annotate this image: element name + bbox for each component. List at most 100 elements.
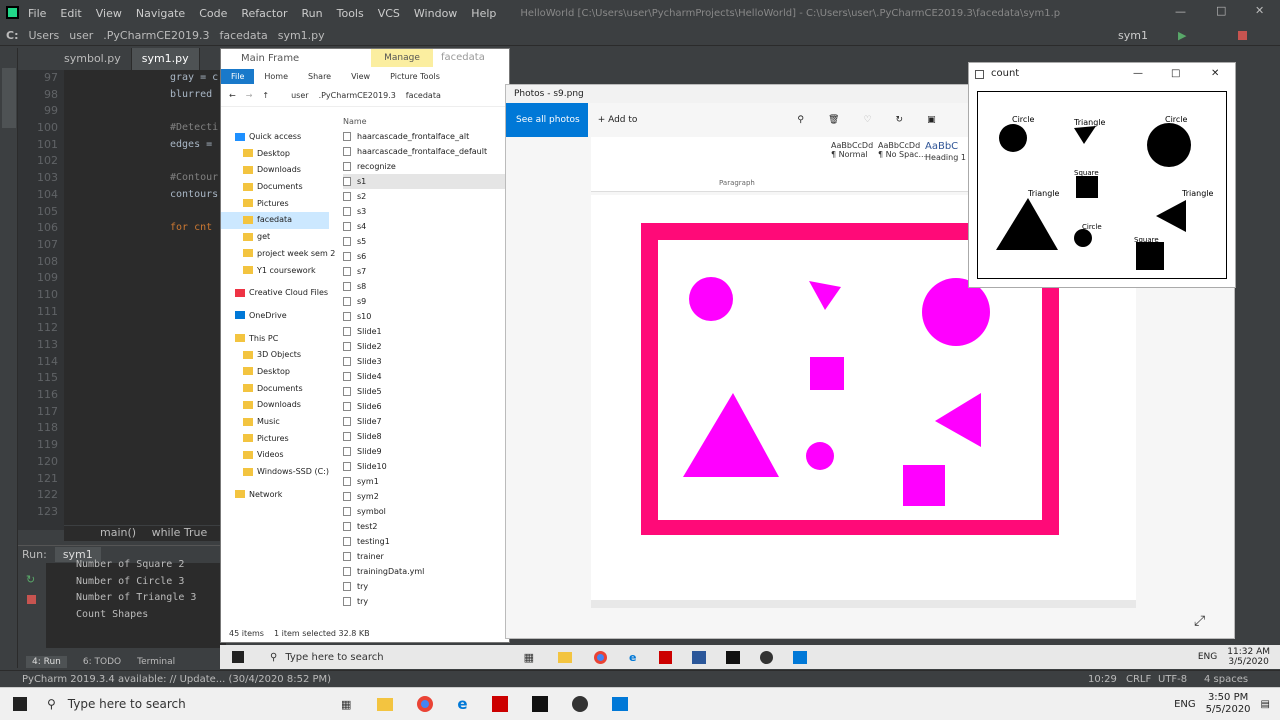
explorer-address-bar[interactable]: ← → ↑ user .PyCharmCE2019.3 facedata <box>221 85 509 107</box>
file-item[interactable]: Slide6 <box>343 399 511 414</box>
file-item[interactable]: try <box>343 579 511 594</box>
stop-icon[interactable] <box>1238 31 1247 40</box>
count-minimize-button[interactable]: — <box>1133 63 1143 85</box>
nav-item[interactable]: Creative Cloud Files <box>221 285 329 302</box>
crumb-pycharm[interactable]: .PyCharmCE2019.3 <box>103 29 209 42</box>
file-item[interactable]: s5 <box>343 234 511 249</box>
task-view-icon[interactable]: ▦ <box>341 698 351 711</box>
up-arrow-icon[interactable]: ↑ <box>262 91 269 100</box>
pycharm-taskbar-icon[interactable] <box>531 696 548 712</box>
file-item[interactable]: Slide4 <box>343 369 511 384</box>
add-to-button[interactable]: + Add to <box>598 115 638 125</box>
menu-help[interactable]: Help <box>471 7 496 20</box>
nav-item[interactable]: Windows-SSD (C:) <box>221 464 329 481</box>
tool-tab-todo[interactable]: 6: TODO <box>83 657 121 667</box>
nav-item[interactable]: facedata <box>221 212 329 230</box>
word-icon[interactable] <box>691 650 706 664</box>
inner-lang[interactable]: ENG <box>1198 652 1217 662</box>
edge-icon[interactable]: e <box>457 695 467 713</box>
run-icon[interactable]: ▶ <box>1178 29 1186 42</box>
run-console[interactable]: Number of Square 2 Number of Circle 3 Nu… <box>46 559 226 648</box>
file-item[interactable]: sym2 <box>343 489 511 504</box>
file-item[interactable]: Slide5 <box>343 384 511 399</box>
file-item[interactable]: Slide8 <box>343 429 511 444</box>
heart-icon[interactable]: ♡ <box>863 115 871 125</box>
file-item[interactable]: Slide7 <box>343 414 511 429</box>
crumb-file[interactable]: sym1.py <box>278 29 325 42</box>
menu-refactor[interactable]: Refactor <box>241 7 287 20</box>
crumb-while[interactable]: while True <box>152 526 208 539</box>
file-item[interactable]: Slide2 <box>343 339 511 354</box>
file-item[interactable]: try <box>343 594 511 609</box>
file-item[interactable]: s2 <box>343 189 511 204</box>
file-item[interactable]: s9 <box>343 294 511 309</box>
crop-icon[interactable]: ▣ <box>927 115 936 125</box>
rotate-icon[interactable]: ↻ <box>896 115 904 125</box>
nav-item[interactable]: Downloads <box>221 397 329 414</box>
crumb-drive[interactable]: C: <box>6 29 18 42</box>
nav-item[interactable]: get <box>221 229 329 246</box>
nav-item[interactable]: This PC <box>221 331 329 348</box>
taskbar-search-inner[interactable]: ⚲ Type here to search <box>270 652 384 663</box>
file-item[interactable]: testing1 <box>343 534 511 549</box>
tab-sym1-py[interactable]: sym1.py <box>131 48 200 70</box>
tray-clock[interactable]: 3:50 PM 5/5/2020 <box>1206 692 1251 716</box>
menu-window[interactable]: Window <box>414 7 457 20</box>
crumb-user[interactable]: user <box>69 29 93 42</box>
indent-setting[interactable]: 4 spaces <box>1204 674 1248 685</box>
project-tool-label[interactable] <box>2 68 16 128</box>
nav-item[interactable]: Desktop <box>221 364 329 381</box>
column-header-name[interactable]: Name <box>343 117 511 129</box>
crumb-facedata[interactable]: facedata <box>220 29 268 42</box>
nav-item[interactable]: Videos <box>221 447 329 464</box>
file-item[interactable]: test2 <box>343 519 511 534</box>
back-arrow-icon[interactable]: ← <box>229 91 236 100</box>
file-item[interactable]: recognize <box>343 159 511 174</box>
nav-item[interactable]: Desktop <box>221 146 329 163</box>
nav-item[interactable]: Downloads <box>221 162 329 179</box>
zoom-icon[interactable]: ⚲ <box>797 115 804 125</box>
tool-tab-terminal[interactable]: Terminal <box>137 657 175 667</box>
menu-navigate[interactable]: Navigate <box>136 7 185 20</box>
file-item[interactable]: symbol <box>343 504 511 519</box>
file-item[interactable]: Slide9 <box>343 444 511 459</box>
nav-item[interactable]: Network <box>221 487 329 504</box>
nav-item[interactable]: Documents <box>221 381 329 398</box>
nav-item[interactable]: project week sem 2 <box>221 246 335 263</box>
inner-clock[interactable]: 11:32 AM 3/5/2020 <box>1227 647 1270 667</box>
edge-icon[interactable]: e <box>629 651 636 664</box>
chrome-icon[interactable] <box>594 650 608 664</box>
start-button[interactable] <box>13 697 27 711</box>
menu-view[interactable]: View <box>96 7 122 20</box>
address-facedata[interactable]: facedata <box>406 91 441 100</box>
file-item[interactable]: haarcascade_frontalface_default <box>343 144 511 159</box>
notification-icon[interactable]: ▤ <box>1261 699 1270 710</box>
caret-position[interactable]: 10:29 <box>1088 674 1117 685</box>
crumb-users[interactable]: Users <box>28 29 59 42</box>
count-maximize-button[interactable]: □ <box>1171 63 1180 85</box>
file-item[interactable]: trainingData.yml <box>343 564 511 579</box>
nav-item[interactable]: OneDrive <box>221 308 329 325</box>
menu-code[interactable]: Code <box>199 7 227 20</box>
menu-run[interactable]: Run <box>302 7 323 20</box>
app-icon[interactable] <box>658 650 672 664</box>
tool-tab-run[interactable]: 4: Run <box>26 656 67 668</box>
remote-desktop-icon[interactable] <box>611 697 628 711</box>
file-item[interactable]: s8 <box>343 279 511 294</box>
file-item[interactable]: s1 <box>343 174 511 189</box>
menu-vcs[interactable]: VCS <box>378 7 400 20</box>
rerun-icon[interactable]: ↻ <box>26 573 35 586</box>
expand-icon[interactable]: ⤢ <box>1194 613 1205 629</box>
line-separator[interactable]: CRLF <box>1126 674 1151 685</box>
nav-item[interactable]: Music <box>221 414 329 431</box>
horizontal-scrollbar[interactable] <box>591 600 1136 608</box>
obs-icon[interactable] <box>571 696 588 712</box>
nav-item[interactable]: Y1 coursework <box>221 263 329 280</box>
pycharm-taskbar-icon[interactable] <box>725 650 740 664</box>
address-pycharm[interactable]: .PyCharmCE2019.3 <box>319 91 396 100</box>
file-item[interactable]: s4 <box>343 219 511 234</box>
file-item[interactable]: Slide3 <box>343 354 511 369</box>
tray-lang[interactable]: ENG <box>1174 699 1196 710</box>
nav-item[interactable]: Pictures <box>221 431 329 448</box>
ribbon-share[interactable]: Share <box>298 72 341 81</box>
